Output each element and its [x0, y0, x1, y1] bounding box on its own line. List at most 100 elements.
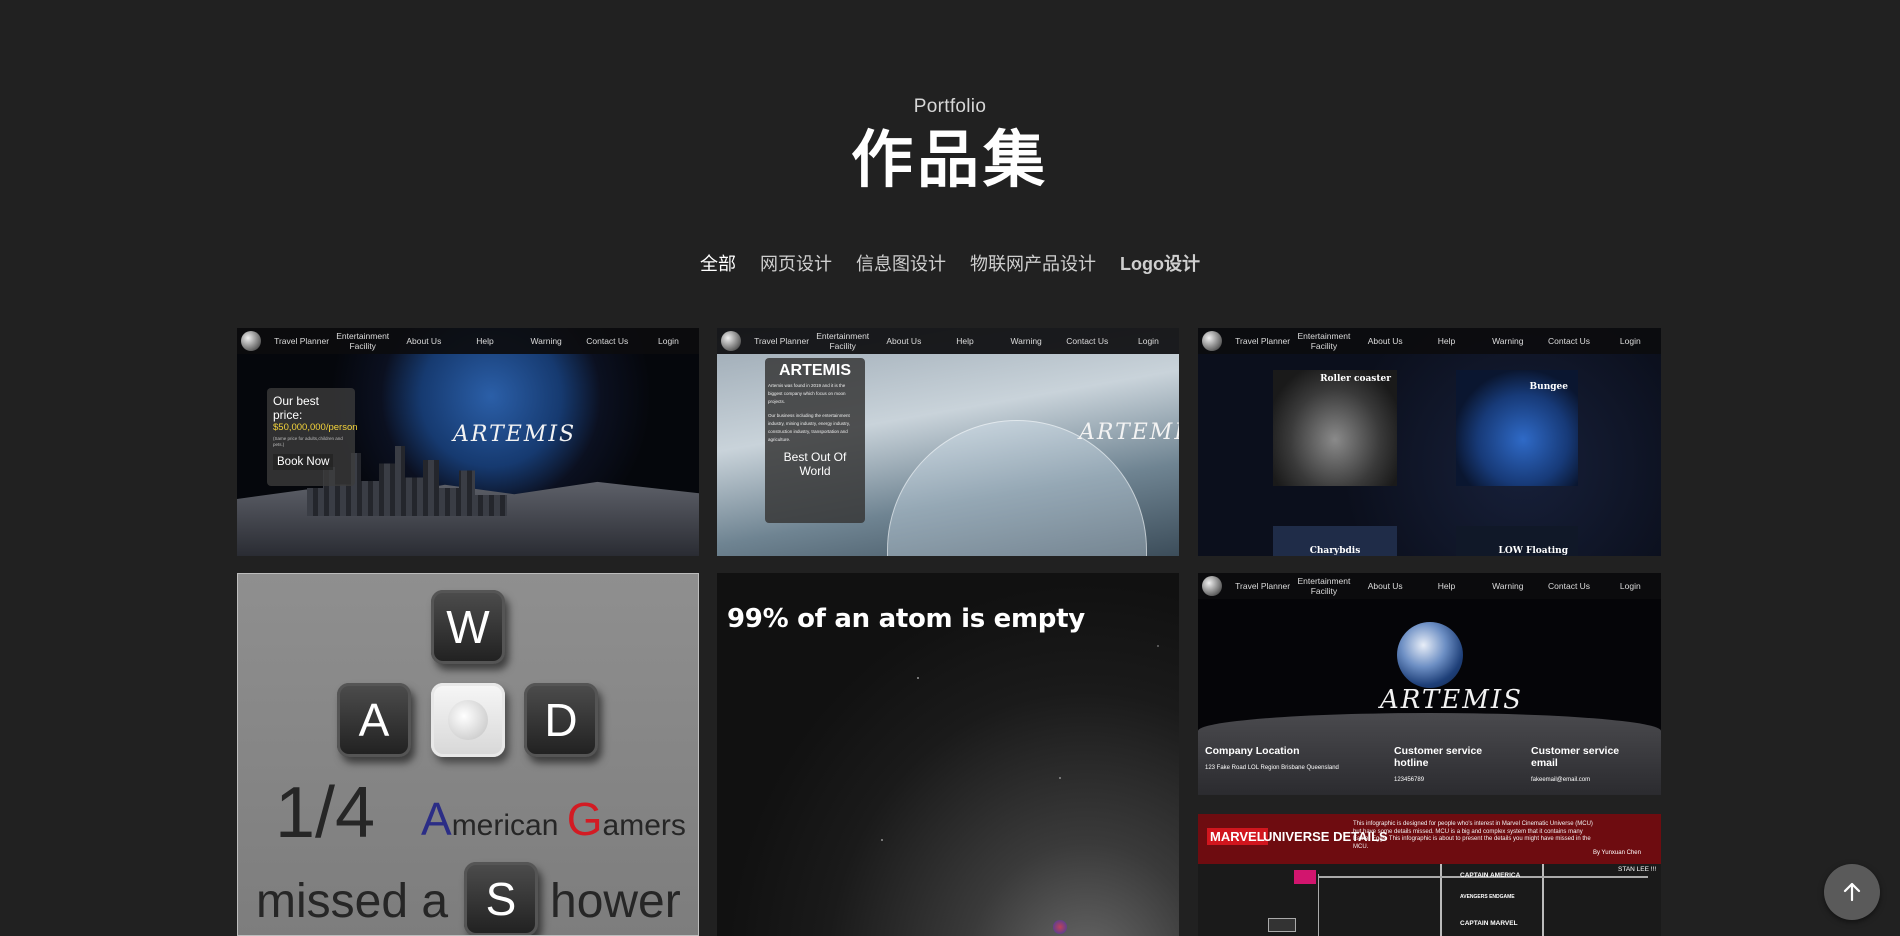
- marvel-banner: MARVEL UNIVERSE DETAILS This infographic…: [1198, 814, 1661, 864]
- marvel-description: This infographic is designed for people …: [1353, 821, 1593, 850]
- hower-text: hower: [550, 875, 681, 928]
- book-now-button[interactable]: Book Now: [273, 454, 334, 470]
- about-box: ARTEMIS Artemis was found in 2019 and it…: [765, 358, 865, 523]
- filter-iot-design[interactable]: 物联网产品设计: [970, 250, 1096, 276]
- portfolio-item-artemis-home[interactable]: Travel Planner Entertainment Facility Ab…: [237, 328, 699, 556]
- facility-label: Roller coaster: [1320, 374, 1391, 384]
- timeline-line: [1440, 864, 1442, 936]
- nav-login: Login: [1619, 336, 1641, 346]
- footer-line-1: Best Out Of: [783, 450, 847, 464]
- letter-a: A: [421, 793, 452, 845]
- marvel-logo: MARVEL: [1207, 828, 1268, 845]
- nav-contact: Contact Us: [1066, 336, 1109, 346]
- timeline-marker: [1268, 918, 1296, 932]
- marvel-label-stan-lee: STAN LEE !!!: [1618, 866, 1657, 873]
- fraction-text: 1/4: [275, 773, 376, 853]
- star-dot: [917, 677, 919, 679]
- marvel-byline: By Yunxuan Chen: [1593, 850, 1641, 856]
- nav-travel-planner: Travel Planner: [1235, 336, 1291, 346]
- facility-label: LOW Floating: [1498, 546, 1568, 556]
- filter-logo-label: Logo设计: [1120, 254, 1200, 274]
- scroll-to-top-button[interactable]: [1824, 864, 1880, 920]
- about-line: biggest company which focus on moon: [768, 391, 846, 396]
- atom-headline: 99% of an atom is empty: [727, 604, 1085, 634]
- footer-line-2: World: [799, 464, 831, 478]
- about-line: industry, mining industry, energy indust…: [768, 421, 851, 426]
- merican-text: merican: [451, 809, 559, 842]
- filter-web-design[interactable]: 网页设计: [760, 250, 832, 276]
- price-line-1: Our best: [273, 394, 320, 408]
- nav-contact: Contact Us: [1548, 336, 1591, 346]
- letter-g: G: [566, 793, 603, 845]
- key-s: S: [464, 862, 538, 935]
- nav-help: Help: [1437, 336, 1456, 346]
- nav-travel-planner: Travel Planner: [1235, 581, 1291, 591]
- arrow-up-icon: [1843, 882, 1861, 902]
- about-line: construction industry, transportation an…: [768, 429, 848, 434]
- site-nav: Travel Planner Entertainment Facility Ab…: [717, 328, 1179, 354]
- price-value: $50,000,000/person: [273, 422, 358, 433]
- section-subtitle: Portfolio: [913, 96, 987, 117]
- contact-col-title: Company Location: [1205, 745, 1300, 757]
- facility-label: Charybdis: [1309, 546, 1361, 556]
- nav-travel-planner: Travel Planner: [274, 336, 330, 346]
- facility-charybdis: Charybdis: [1273, 526, 1397, 556]
- portfolio-item-atom-infographic[interactable]: 99% of an atom is empty: [717, 573, 1179, 936]
- filter-all[interactable]: 全部: [700, 250, 736, 276]
- facility-bungee: Bungee: [1456, 370, 1578, 486]
- marvel-label-captain-america: CAPTAIN AMERICA: [1460, 872, 1521, 879]
- artemis-brand: ARTEMIS: [1380, 685, 1523, 715]
- key-w: W: [431, 590, 505, 664]
- star-dot: [1059, 777, 1061, 779]
- contact-col-email: Customer service email fakeemail@email.c…: [1531, 745, 1641, 783]
- nav-login: Login: [1619, 581, 1641, 591]
- facility-roller-coaster: Roller coaster: [1273, 370, 1397, 486]
- timeline-line: [1542, 864, 1544, 936]
- price-line-2: price:: [273, 408, 303, 422]
- artemis-logo-icon: [1198, 573, 1232, 599]
- star-dot: [1157, 645, 1159, 647]
- nav-help: Help: [1437, 581, 1456, 591]
- nav-about: About Us: [886, 336, 922, 346]
- filter-infographic-design[interactable]: 信息图设计: [856, 250, 946, 276]
- portfolio-item-artemis-facilities[interactable]: Travel Planner Entertainment Facility Ab…: [1198, 328, 1661, 556]
- facility-low-floating: LOW Floating: [1456, 526, 1578, 556]
- nav-warning: Warning: [1010, 336, 1042, 346]
- nav-help: Help: [956, 336, 974, 346]
- facility-label: Bungee: [1529, 382, 1568, 392]
- artemis-logo-icon: [1198, 328, 1232, 354]
- american-gamers-text: American Gamers: [421, 792, 686, 846]
- contact-col-hotline: Customer service hotline 123456789: [1394, 745, 1504, 783]
- nav-contact: Contact Us: [1548, 581, 1591, 591]
- about-box-footer: Best Out Of World: [768, 450, 862, 478]
- portfolio-item-marvel-infographic[interactable]: MARVEL UNIVERSE DETAILS This infographic…: [1198, 814, 1661, 936]
- portfolio-item-artemis-contact[interactable]: Travel Planner Entertainment Facility Ab…: [1198, 573, 1661, 795]
- about-line: projects.: [768, 399, 786, 404]
- category-filters: 全部 网页设计 信息图设计 物联网产品设计 Logo设计: [0, 250, 1900, 276]
- amers-text: amers: [602, 809, 686, 842]
- about-line: agriculture.: [768, 437, 791, 442]
- nav-entertainment: Entertainment Facility: [1297, 576, 1351, 596]
- nav-entertainment: Entertainment Facility: [336, 331, 390, 351]
- filter-logo-design[interactable]: Logo设计: [1120, 250, 1200, 276]
- price-box: Our best price: $50,000,000/person (Same…: [267, 388, 358, 486]
- nav-warning: Warning: [1492, 336, 1524, 346]
- nav-entertainment: Entertainment Facility: [1297, 331, 1351, 351]
- contact-col-value: 123 Fake Road LOL Region Brisbane Queens…: [1205, 765, 1339, 771]
- star-dot: [881, 839, 883, 841]
- nav-login: Login: [1138, 336, 1159, 346]
- site-nav: Travel Planner Entertainment Facility Ab…: [1198, 328, 1661, 354]
- earth-icon: [1397, 622, 1463, 688]
- contact-col-title: Customer service hotline: [1394, 745, 1483, 769]
- artemis-brand: ARTEMIS: [453, 422, 577, 447]
- portfolio-item-artemis-about[interactable]: Travel Planner Entertainment Facility Ab…: [717, 328, 1179, 556]
- page-title: 作品集: [850, 123, 1049, 196]
- portfolio-item-wasd-infographic[interactable]: W A D 1/4 American Gamers missed a S how…: [237, 573, 699, 936]
- atom-nucleus-icon: [1053, 920, 1067, 934]
- timeline-line: [1318, 874, 1319, 936]
- key-d: D: [524, 683, 598, 757]
- price-note: (Same price for adults,children and pets…: [273, 436, 343, 447]
- contact-col-value: fakeemail@email.com: [1531, 777, 1591, 783]
- nav-warning: Warning: [530, 336, 562, 346]
- nav-travel-planner: Travel Planner: [754, 336, 810, 346]
